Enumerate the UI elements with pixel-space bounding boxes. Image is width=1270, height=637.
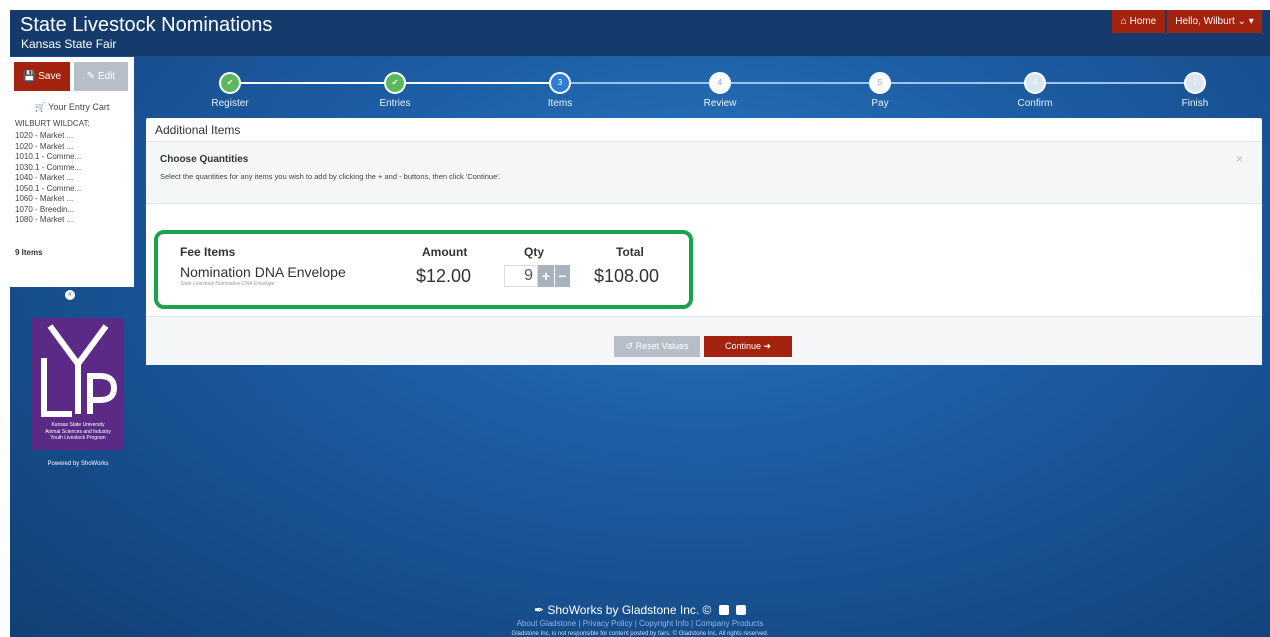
home-label: Home bbox=[1129, 16, 1157, 27]
progress-steps: ✔ Register ✔ Entries 3 Items 4 Review 5 … bbox=[170, 69, 1250, 119]
logo-caption: Kansas State University Animal Sciences … bbox=[32, 422, 124, 442]
step-number: 3 bbox=[549, 72, 571, 94]
continue-button[interactable]: Continue ➜ bbox=[704, 336, 792, 357]
app-title: State Livestock Nominations bbox=[20, 14, 273, 36]
cart-title: 🛒 Your Entry Cart bbox=[10, 102, 134, 113]
footer-legal: Gladstone Inc. is not responsible for co… bbox=[511, 631, 769, 637]
step-number: 7 bbox=[1184, 72, 1206, 94]
quantity-input[interactable]: 9 bbox=[504, 265, 538, 287]
list-item[interactable]: 1020 - Market ... bbox=[15, 142, 81, 153]
cart-icon: 🛒 bbox=[34, 102, 46, 112]
undo-icon: ↺ bbox=[625, 341, 634, 351]
list-item[interactable]: 1050.1 - Comme... bbox=[15, 184, 81, 195]
step-label: Review bbox=[703, 98, 737, 109]
fee-items-table: Fee Items Nomination DNA Envelope State … bbox=[154, 230, 693, 309]
powered-by: Powered by ShoWorks bbox=[47, 461, 109, 467]
collapse-sidebar-icon[interactable]: « bbox=[65, 290, 75, 300]
step-confirm: 6 Confirm bbox=[1005, 69, 1065, 109]
step-pay: 5 Pay bbox=[850, 69, 910, 109]
step-number: 4 bbox=[709, 72, 731, 94]
amount-value: $12.00 bbox=[416, 266, 472, 286]
check-icon: ✔ bbox=[384, 72, 406, 94]
user-greeting: Hello, Wilburt bbox=[1175, 16, 1235, 27]
panel-footer: ↺ Reset Values Continue ➜ bbox=[146, 316, 1262, 365]
list-item[interactable]: 1070 - Breedin... bbox=[15, 205, 81, 216]
fee-item-name: Nomination DNA Envelope bbox=[180, 264, 346, 280]
twitter-icon[interactable] bbox=[718, 605, 729, 615]
pencil-icon: ✎ bbox=[86, 71, 96, 82]
check-icon: ✔ bbox=[219, 72, 241, 94]
notice-title: Choose Quantities bbox=[160, 154, 249, 165]
notice-text: Select the quantities for any items you … bbox=[160, 172, 501, 181]
cart-total: 9 Items bbox=[15, 248, 43, 257]
step-review: 4 Review bbox=[690, 69, 750, 109]
entry-cart-sidebar: 💾 Save ✎ Edit 🛒 Your Entry Cart WILBURT … bbox=[10, 57, 134, 287]
list-item[interactable]: 1010.1 - Comme... bbox=[15, 152, 81, 163]
save-button[interactable]: 💾 Save bbox=[14, 62, 70, 91]
lyp-logo: Kansas State University Animal Sciences … bbox=[32, 318, 124, 450]
feather-icon: ✒ bbox=[533, 603, 544, 617]
close-icon[interactable]: × bbox=[1236, 152, 1243, 166]
continue-label: Continue bbox=[724, 341, 761, 351]
increment-button[interactable]: + bbox=[538, 265, 554, 287]
step-label: Items bbox=[547, 98, 573, 109]
total-header: Total bbox=[616, 245, 644, 259]
footer-brand-label: ShoWorks by Gladstone Inc. © bbox=[547, 603, 712, 617]
cart-owner: WILBURT WILDCAT: bbox=[15, 119, 90, 128]
step-entries[interactable]: ✔ Entries bbox=[365, 69, 425, 109]
edit-label: Edit bbox=[97, 71, 116, 82]
cart-title-label: Your Entry Cart bbox=[48, 102, 110, 112]
facebook-icon[interactable] bbox=[736, 605, 747, 615]
list-item[interactable]: 1080 - Market ... bbox=[15, 215, 81, 226]
step-number: 6 bbox=[1024, 72, 1046, 94]
qty-header: Qty bbox=[524, 245, 545, 259]
edit-button[interactable]: ✎ Edit bbox=[74, 62, 128, 91]
home-button[interactable]: ⌂ Home bbox=[1112, 10, 1165, 33]
step-label: Pay bbox=[871, 98, 889, 109]
list-item[interactable]: 1060 - Market ... bbox=[15, 194, 81, 205]
top-bar: State Livestock Nominations Kansas State… bbox=[10, 10, 1270, 56]
user-menu-button[interactable]: Hello, Wilburt ⌄ ▾ bbox=[1167, 10, 1262, 33]
list-item[interactable]: 1020 - Market ... bbox=[15, 131, 81, 142]
step-finish: 7 Finish bbox=[1165, 69, 1225, 109]
home-icon: ⌂ bbox=[1120, 16, 1127, 27]
save-icon: 💾 bbox=[22, 71, 36, 82]
reset-label: Reset Values bbox=[635, 341, 689, 351]
fee-items-header: Fee Items bbox=[180, 245, 236, 259]
footer-links[interactable]: About Gladstone | Privacy Policy | Copyr… bbox=[10, 619, 1270, 628]
amount-header: Amount bbox=[422, 245, 468, 259]
cart-list: 1020 - Market ... 1020 - Market ... 1010… bbox=[15, 131, 81, 226]
decrement-button[interactable]: − bbox=[555, 265, 570, 287]
instructions-notice: Choose Quantities Select the quantities … bbox=[146, 142, 1262, 204]
footer-brand: ✒ ShoWorks by Gladstone Inc. © bbox=[10, 603, 1270, 617]
lyp-logo-graphic bbox=[41, 324, 118, 417]
fee-item-description: State Livestock Nomination DNA Envelope bbox=[180, 281, 275, 287]
list-item[interactable]: 1040 - Market ... bbox=[15, 173, 81, 184]
arrow-right-icon: ➜ bbox=[763, 341, 772, 351]
step-label: Register bbox=[211, 98, 249, 109]
app-subtitle: Kansas State Fair bbox=[21, 37, 117, 51]
step-number: 5 bbox=[869, 72, 891, 94]
app-frame: State Livestock Nominations Kansas State… bbox=[10, 10, 1270, 637]
panel-title: Additional Items bbox=[146, 118, 1262, 142]
step-register[interactable]: ✔ Register bbox=[200, 69, 260, 109]
reset-values-button[interactable]: ↺ Reset Values bbox=[614, 336, 700, 357]
list-item[interactable]: 1030.1 - Comme... bbox=[15, 163, 81, 174]
step-items[interactable]: 3 Items bbox=[530, 69, 590, 109]
step-label: Entries bbox=[379, 98, 411, 109]
step-label: Confirm bbox=[1017, 98, 1053, 109]
chevron-down-icon: ⌄ ▾ bbox=[1237, 16, 1254, 27]
save-label: Save bbox=[38, 71, 62, 82]
logo-caption-line: Youth Livestock Program bbox=[50, 435, 106, 441]
total-value: $108.00 bbox=[594, 266, 660, 286]
step-label: Finish bbox=[1181, 98, 1209, 109]
additional-items-panel: Additional Items Choose Quantities Selec… bbox=[146, 118, 1262, 365]
